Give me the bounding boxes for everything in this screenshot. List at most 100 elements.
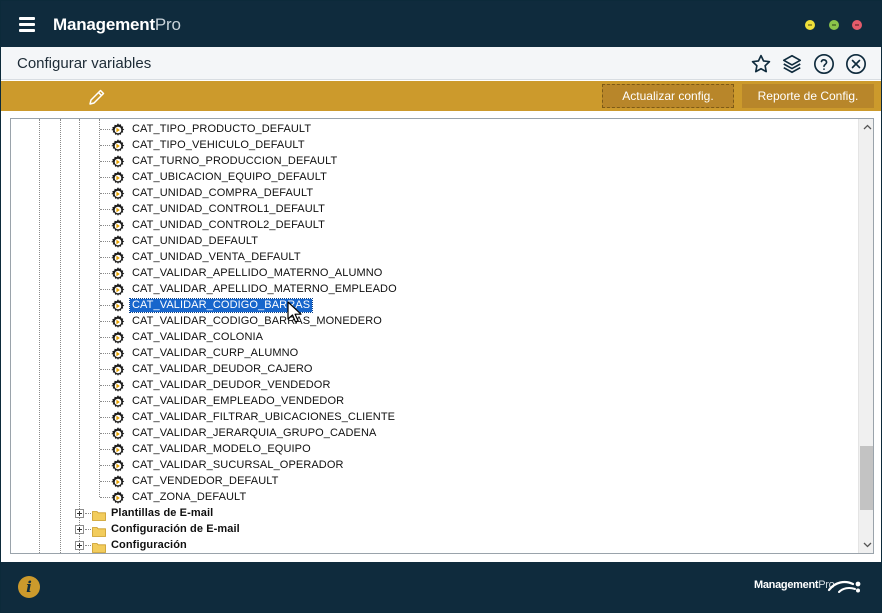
- tree-connector: [100, 417, 110, 418]
- variable-gear-icon: [110, 362, 126, 378]
- expand-plus-icon[interactable]: [75, 541, 84, 550]
- variable-gear-icon: [110, 346, 126, 362]
- variables-tree[interactable]: CAT_TIPO_PRODUCTO_DEFAULT CAT_TIPO_VEHICU…: [11, 119, 858, 553]
- tree-variable-item[interactable]: CAT_ZONA_DEFAULT: [110, 489, 510, 505]
- tree-guide-line: [39, 119, 40, 553]
- tree-variable-item[interactable]: CAT_VALIDAR_EMPLEADO_VENDEDOR: [110, 393, 510, 409]
- tree-connector: [100, 385, 110, 386]
- layers-icon[interactable]: [780, 52, 804, 76]
- tree-variable-label: CAT_UNIDAD_COMPRA_DEFAULT: [132, 187, 314, 199]
- config-report-button[interactable]: Reporte de Config.: [742, 84, 874, 108]
- tree-variable-item[interactable]: CAT_VALIDAR_MODELO_EQUIPO: [110, 441, 510, 457]
- scroll-down-icon[interactable]: [859, 537, 873, 553]
- tree-variable-label: CAT_VALIDAR_CURP_ALUMNO: [132, 347, 299, 359]
- tree-folder-item[interactable]: Configuración de E-mail: [92, 521, 392, 537]
- variable-gear-icon: [110, 138, 126, 154]
- tree-variable-item[interactable]: CAT_UNIDAD_CONTROL2_DEFAULT: [110, 217, 510, 233]
- tree-variable-item[interactable]: CAT_UBICACION_EQUIPO_DEFAULT: [110, 169, 510, 185]
- hamburger-menu-icon[interactable]: [19, 17, 35, 32]
- tree-variable-item[interactable]: CAT_VALIDAR_COLONIA: [110, 329, 510, 345]
- footer-bar: i ManagementPro: [1, 562, 881, 612]
- variable-gear-icon: [110, 186, 126, 202]
- scroll-up-icon[interactable]: [859, 119, 873, 135]
- expand-plus-icon[interactable]: [75, 525, 84, 534]
- tree-connector: [85, 545, 91, 546]
- tree-connector: [100, 129, 110, 130]
- tree-variable-item[interactable]: CAT_VALIDAR_APELLIDO_MATERNO_ALUMNO: [110, 265, 510, 281]
- title-bar: ManagementPro: [1, 1, 881, 47]
- tree-variable-item[interactable]: CAT_UNIDAD_DEFAULT: [110, 233, 510, 249]
- tree-connector: [100, 321, 110, 322]
- folder-icon: [92, 508, 106, 521]
- variables-tree-panel: CAT_TIPO_PRODUCTO_DEFAULT CAT_TIPO_VEHICU…: [10, 118, 874, 554]
- tree-variable-item[interactable]: CAT_VALIDAR_JERARQUIA_GRUPO_CADENA: [110, 425, 510, 441]
- minimize-button[interactable]: [805, 20, 815, 30]
- tree-connector: [100, 161, 110, 162]
- help-icon[interactable]: [812, 52, 836, 76]
- tree-variable-item[interactable]: CAT_VALIDAR_FILTRAR_UBICACIONES_CLIENTE: [110, 409, 510, 425]
- variable-gear-icon: [110, 154, 126, 170]
- tree-connector: [100, 177, 110, 178]
- page-header: Configurar variables: [1, 47, 881, 80]
- tree-variable-label: CAT_TIPO_VEHICULO_DEFAULT: [132, 139, 305, 151]
- tree-connector: [100, 193, 110, 194]
- tree-variable-label: CAT_TIPO_PRODUCTO_DEFAULT: [132, 123, 312, 135]
- tree-variable-label: CAT_VALIDAR_CODIGO_BARRAS_MONEDERO: [132, 315, 382, 327]
- tree-variable-label: CAT_VALIDAR_COLONIA: [132, 331, 264, 343]
- variable-gear-icon: [110, 282, 126, 298]
- tree-variable-label: CAT_TURNO_PRODUCCION_DEFAULT: [132, 155, 338, 167]
- variable-gear-icon: [110, 266, 126, 282]
- expand-plus-icon[interactable]: [75, 509, 84, 518]
- tree-variable-item[interactable]: CAT_UNIDAD_VENTA_DEFAULT: [110, 249, 510, 265]
- brand-logo-icon: [827, 580, 861, 593]
- tree-connector: [100, 497, 110, 498]
- maximize-button[interactable]: [829, 20, 839, 30]
- variable-gear-icon: [110, 410, 126, 426]
- tree-folder-item[interactable]: Configuración: [92, 537, 392, 553]
- info-icon[interactable]: i: [18, 576, 40, 598]
- tree-variable-item[interactable]: CAT_VALIDAR_CODIGO_BARRAS_MONEDERO: [110, 313, 510, 329]
- tree-variable-item[interactable]: CAT_TIPO_PRODUCTO_DEFAULT: [110, 121, 510, 137]
- tree-variable-item[interactable]: CAT_TIPO_VEHICULO_DEFAULT: [110, 137, 510, 153]
- tree-variable-item[interactable]: CAT_UNIDAD_CONTROL1_DEFAULT: [110, 201, 510, 217]
- tree-variable-label: CAT_UNIDAD_CONTROL2_DEFAULT: [132, 219, 325, 231]
- tree-variable-item[interactable]: CAT_UNIDAD_COMPRA_DEFAULT: [110, 185, 510, 201]
- tree-variable-label: CAT_VALIDAR_MODELO_EQUIPO: [132, 443, 311, 455]
- update-config-button[interactable]: Actualizar config.: [602, 84, 734, 108]
- variable-gear-icon: [110, 250, 126, 266]
- tree-variable-item[interactable]: CAT_VALIDAR_DEUDOR_VENDEDOR: [110, 377, 510, 393]
- tree-connector: [100, 337, 110, 338]
- tree-variable-label: CAT_VALIDAR_DEUDOR_VENDEDOR: [132, 379, 331, 391]
- tree-variable-label: CAT_VALIDAR_DEUDOR_CAJERO: [132, 363, 313, 375]
- tree-variable-item[interactable]: CAT_VALIDAR_APELLIDO_MATERNO_EMPLEADO: [110, 281, 510, 297]
- scrollbar-thumb[interactable]: [860, 446, 873, 510]
- tree-connector: [100, 465, 110, 466]
- tree-connector: [100, 449, 110, 450]
- variable-gear-icon: [110, 378, 126, 394]
- star-icon[interactable]: [749, 52, 773, 76]
- tree-folder-item[interactable]: Plantillas de E-mail: [92, 505, 392, 521]
- close-circle-icon[interactable]: [844, 52, 868, 76]
- tree-connector: [100, 353, 110, 354]
- variable-gear-icon: [110, 330, 126, 346]
- tree-variable-item[interactable]: CAT_VENDEDOR_DEFAULT: [110, 473, 510, 489]
- tree-variable-label: CAT_UNIDAD_VENTA_DEFAULT: [132, 251, 301, 263]
- tree-variable-item[interactable]: CAT_VALIDAR_DEUDOR_CAJERO: [110, 361, 510, 377]
- tree-connector: [100, 369, 110, 370]
- vertical-scrollbar[interactable]: [858, 119, 873, 553]
- tree-variable-item[interactable]: CAT_TURNO_PRODUCCION_DEFAULT: [110, 153, 510, 169]
- footer-brand: ManagementPro: [754, 579, 835, 591]
- tree-folder-label: Configuración de E-mail: [111, 523, 240, 535]
- variable-gear-icon: [110, 458, 126, 474]
- tree-variable-item[interactable]: CAT_VALIDAR_SUCURSAL_OPERADOR: [110, 457, 510, 473]
- tree-variable-item[interactable]: CAT_VALIDAR_CODIGO_BARRAS: [110, 297, 510, 313]
- variable-gear-icon: [110, 234, 126, 250]
- pencil-icon[interactable]: [87, 87, 107, 107]
- tree-variable-label: CAT_VALIDAR_APELLIDO_MATERNO_EMPLEADO: [132, 283, 397, 295]
- tree-variable-item[interactable]: CAT_VALIDAR_CURP_ALUMNO: [110, 345, 510, 361]
- variable-gear-icon: [110, 122, 126, 138]
- variable-gear-icon: [110, 426, 126, 442]
- variable-gear-icon: [110, 394, 126, 410]
- tree-variable-label: CAT_VALIDAR_EMPLEADO_VENDEDOR: [132, 395, 345, 407]
- window-close-button[interactable]: [852, 20, 862, 30]
